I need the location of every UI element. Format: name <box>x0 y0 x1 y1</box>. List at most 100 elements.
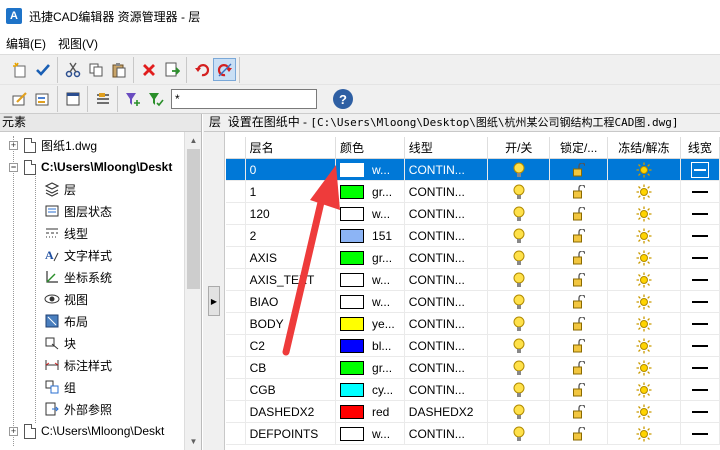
layer-linetype[interactable]: CONTIN... <box>405 423 489 445</box>
layer-freeze-toggle[interactable] <box>608 357 681 379</box>
layer-lineweight[interactable] <box>681 379 720 401</box>
layer-on-toggle[interactable] <box>488 203 551 225</box>
layer-lock-toggle[interactable] <box>550 203 609 225</box>
layer-name[interactable]: 0 <box>246 159 337 181</box>
column-header-color[interactable]: 颜色 <box>336 137 405 159</box>
layer-on-toggle[interactable] <box>488 423 551 445</box>
layer-on-toggle[interactable] <box>488 225 551 247</box>
layer-freeze-toggle[interactable] <box>608 181 681 203</box>
collapse-panel-button[interactable]: ▶ <box>208 286 220 316</box>
layer-linetype[interactable]: CONTIN... <box>405 225 489 247</box>
layer-lineweight[interactable] <box>681 203 720 225</box>
layer-name[interactable]: CGB <box>246 379 337 401</box>
layer-freeze-toggle[interactable] <box>608 401 681 423</box>
redo-button[interactable] <box>213 58 236 81</box>
export-button[interactable] <box>160 58 183 81</box>
filter-button[interactable] <box>121 88 144 111</box>
layer-color[interactable]: w... <box>336 291 405 313</box>
layer-linetype[interactable]: CONTIN... <box>405 159 489 181</box>
layer-on-toggle[interactable] <box>488 181 551 203</box>
column-header-freeze[interactable]: 冻结/解冻 <box>608 137 681 159</box>
layer-row[interactable]: CGB cy... CONTIN... <box>226 379 720 401</box>
layer-name[interactable]: DASHEDX2 <box>246 401 337 423</box>
layer-color[interactable]: red <box>336 401 405 423</box>
list-button[interactable] <box>91 88 114 111</box>
layer-name[interactable]: C2 <box>246 335 337 357</box>
layer-on-toggle[interactable] <box>488 401 551 423</box>
tree-item-drawing1[interactable]: + 图纸1.dwg <box>9 134 97 156</box>
layer-lineweight[interactable] <box>681 423 720 445</box>
layer-color[interactable]: w... <box>336 159 405 181</box>
tree-item-block[interactable]: 块 <box>44 332 76 354</box>
delete-button[interactable] <box>137 58 160 81</box>
layer-lineweight[interactable] <box>681 335 720 357</box>
layer-lock-toggle[interactable] <box>550 291 609 313</box>
layer-row[interactable]: AXIS_TEXT w... CONTIN... <box>226 269 720 291</box>
tree-item-layout[interactable]: 布局 <box>44 310 88 332</box>
layer-linetype[interactable]: CONTIN... <box>405 357 489 379</box>
layer-color[interactable]: w... <box>336 269 405 291</box>
window-button[interactable] <box>61 88 84 111</box>
layer-color[interactable]: gr... <box>336 357 405 379</box>
layer-on-toggle[interactable] <box>488 291 551 313</box>
layer-lineweight[interactable] <box>681 313 720 335</box>
expand-icon[interactable]: + <box>9 140 18 150</box>
paste-button[interactable] <box>107 58 130 81</box>
layer-on-toggle[interactable] <box>488 269 551 291</box>
scroll-down-icon[interactable]: ▼ <box>185 433 201 450</box>
layer-color[interactable]: w... <box>336 423 405 445</box>
layer-lineweight[interactable] <box>681 357 720 379</box>
layer-color[interactable]: bl... <box>336 335 405 357</box>
layer-name[interactable]: CB <box>246 357 337 379</box>
apply-button[interactable] <box>31 58 54 81</box>
layer-lineweight[interactable] <box>681 247 720 269</box>
tree-item-text-style[interactable]: A 文字样式 <box>44 244 112 266</box>
layer-freeze-toggle[interactable] <box>608 423 681 445</box>
layer-lock-toggle[interactable] <box>550 313 609 335</box>
column-header-lock[interactable]: 锁定/... <box>550 137 609 159</box>
cut-button[interactable] <box>61 58 84 81</box>
layer-color[interactable]: gr... <box>336 181 405 203</box>
layer-lineweight[interactable] <box>681 269 720 291</box>
layer-tool-button[interactable] <box>8 88 31 111</box>
layer-lineweight[interactable] <box>681 159 720 181</box>
layer-linetype[interactable]: CONTIN... <box>405 335 489 357</box>
panel-splitter[interactable]: ▶ <box>203 114 225 450</box>
layer-lock-toggle[interactable] <box>550 159 609 181</box>
layer-freeze-toggle[interactable] <box>608 203 681 225</box>
collapse-icon[interactable]: − <box>9 162 18 172</box>
tree-item-current-file[interactable]: − C:\Users\Mloong\Deskt <box>9 156 172 178</box>
tree-item-layer-state[interactable]: 图层状态 <box>44 200 112 222</box>
menu-edit[interactable]: 编辑(E) <box>0 35 52 52</box>
layer-linetype[interactable]: CONTIN... <box>405 291 489 313</box>
undo-button[interactable] <box>190 58 213 81</box>
tree-item-view[interactable]: 视图 <box>44 288 88 310</box>
layer-lineweight[interactable] <box>681 181 720 203</box>
layer-freeze-toggle[interactable] <box>608 313 681 335</box>
tree-item-group[interactable]: 组 <box>44 376 76 398</box>
copy-button[interactable] <box>84 58 107 81</box>
tree-item-dimension-style[interactable]: 标注样式 <box>44 354 112 376</box>
layer-lock-toggle[interactable] <box>550 225 609 247</box>
layer-lock-toggle[interactable] <box>550 181 609 203</box>
layer-row[interactable]: 120 w... CONTIN... <box>226 203 720 225</box>
tree-item-coordinate-system[interactable]: 坐标系统 <box>44 266 112 288</box>
menu-view[interactable]: 视图(V) <box>52 35 104 52</box>
layer-row[interactable]: DASHEDX2 red DASHEDX2 <box>226 401 720 423</box>
layer-color[interactable]: w... <box>336 203 405 225</box>
layer-lineweight[interactable] <box>681 401 720 423</box>
layer-on-toggle[interactable] <box>488 379 551 401</box>
layer-lock-toggle[interactable] <box>550 357 609 379</box>
column-header-on-off[interactable]: 开/关 <box>488 137 551 159</box>
layer-linetype[interactable]: CONTIN... <box>405 181 489 203</box>
layer-name[interactable]: 120 <box>246 203 337 225</box>
column-header-name[interactable]: 层名 <box>246 137 337 159</box>
expand-icon[interactable]: + <box>9 426 18 436</box>
filter-input[interactable] <box>171 89 317 109</box>
layer-color[interactable]: cy... <box>336 379 405 401</box>
layer-color[interactable]: 151 <box>336 225 405 247</box>
layer-name[interactable]: DEFPOINTS <box>246 423 337 445</box>
new-item-button[interactable] <box>8 58 31 81</box>
layer-row[interactable]: DEFPOINTS w... CONTIN... <box>226 423 720 445</box>
layer-lock-toggle[interactable] <box>550 269 609 291</box>
